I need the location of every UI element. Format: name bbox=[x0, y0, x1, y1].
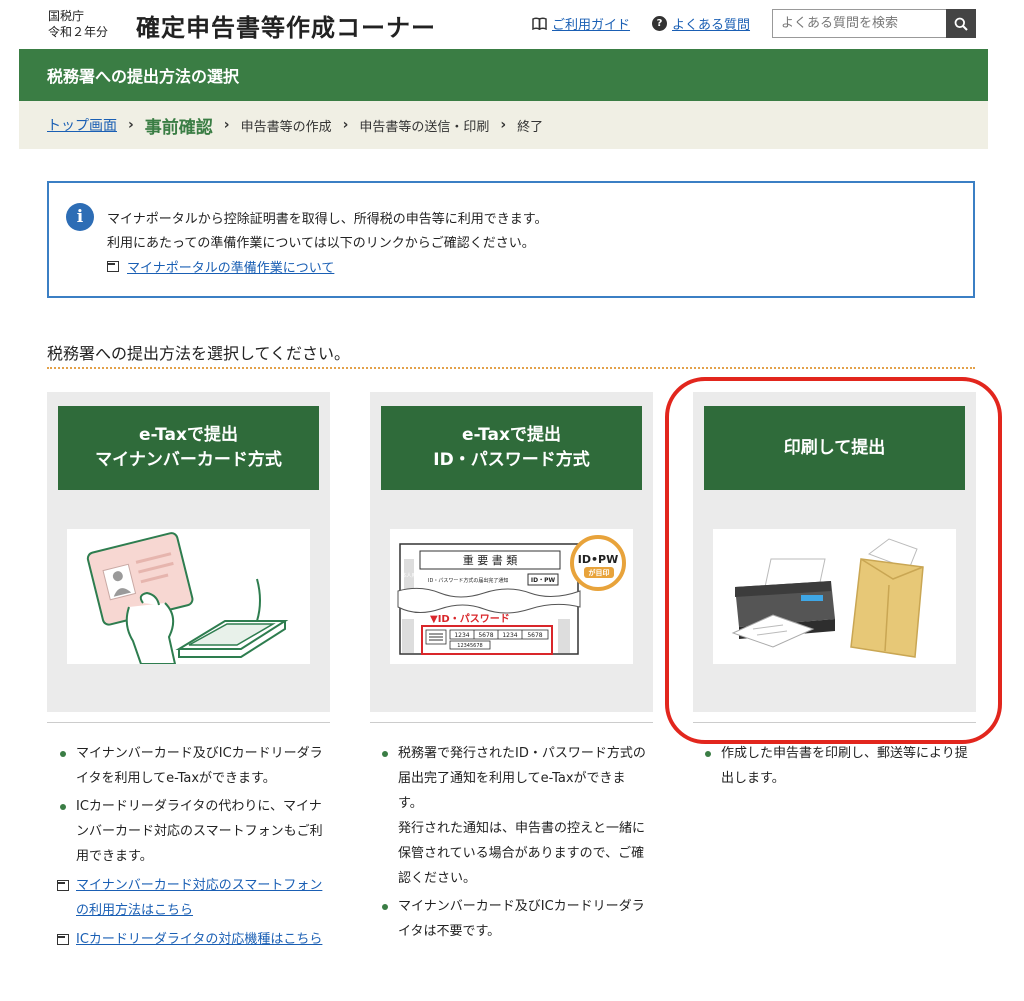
info-icon: i bbox=[66, 203, 94, 231]
reader-models-link[interactable]: ICカードリーダライタの対応機種はこちら bbox=[57, 927, 327, 952]
list-item: 作成した申告書を印刷し、郵送等により提出します。 bbox=[702, 741, 972, 791]
card-title-line1: e-Taxで提出 bbox=[462, 425, 561, 445]
mynaportal-prep-link[interactable]: マイナポータルの準備作業について bbox=[107, 257, 334, 276]
info-text-1: マイナポータルから控除証明書を取得し、所得税の申告等に利用できます。 bbox=[107, 212, 548, 227]
doc-id-pw-text: ID・PW bbox=[531, 577, 556, 584]
card-print-submit: 印刷して提出 bbox=[693, 392, 976, 712]
search-button[interactable] bbox=[946, 9, 976, 38]
breadcrumb-current: 事前確認 bbox=[144, 117, 213, 138]
smartphone-usage-link[interactable]: マイナンバーカード対応のスマートフォンの利用方法はこちら bbox=[57, 873, 327, 923]
breadcrumb-step-create: 申告書等の作成 bbox=[240, 119, 332, 135]
dotted-divider bbox=[47, 367, 975, 369]
card-divider bbox=[370, 722, 653, 723]
book-icon bbox=[532, 17, 547, 30]
guide-link-label[interactable]: ご利用ガイド bbox=[552, 14, 630, 33]
pw-section-label: ▼ID・パスワード bbox=[430, 613, 510, 625]
card-etax-idpw-description: 税務署で発行されたID・パスワード方式の届出完了通知を利用してe-Taxができま… bbox=[379, 741, 649, 944]
smartphone-usage-link-label[interactable]: マイナンバーカード対応のスマートフォンの利用方法はこちら bbox=[76, 878, 322, 918]
mynaportal-prep-link-label[interactable]: マイナポータルの準備作業について bbox=[127, 257, 334, 276]
search-icon bbox=[954, 17, 968, 31]
breadcrumb: トップ画面 › 事前確認 › 申告書等の作成 › 申告書等の送信・印刷 › 終了 bbox=[19, 101, 988, 149]
breadcrumb-top[interactable]: トップ画面 bbox=[47, 115, 117, 135]
info-box: i マイナポータルから控除証明書を取得し、所得税の申告等に利用できます。 利用に… bbox=[47, 181, 975, 298]
card-divider bbox=[693, 722, 976, 723]
info-text-2: 利用にあたっての準備作業については以下のリンクからご確認ください。 bbox=[107, 236, 535, 251]
pw-num-2: 5678 bbox=[478, 632, 493, 639]
list-item-text: 発行された通知は、申告書の控えと一緒に保管されている場合がありますので、ご確認く… bbox=[398, 821, 646, 886]
card-title-line1: 印刷して提出 bbox=[783, 437, 886, 458]
chevron-right-icon: › bbox=[128, 117, 134, 133]
agency-label: 国税庁 令和２年分 bbox=[48, 8, 108, 40]
doc-title-text: 重 要 書 類 bbox=[463, 553, 518, 567]
pw-num-3: 1234 bbox=[502, 632, 517, 639]
card-reader-illustration bbox=[86, 532, 289, 664]
print-submit-button[interactable]: 印刷して提出 bbox=[704, 406, 965, 490]
id-pw-badge-text: ID•PW bbox=[578, 553, 618, 566]
etax-mynumber-button[interactable]: e-Taxで提出 マイナンバーカード方式 bbox=[58, 406, 319, 490]
list-item: ICカードリーダライタの代わりに、マイナンバーカード対応のスマートフォンもご利用… bbox=[57, 794, 327, 869]
reader-models-link-label[interactable]: ICカードリーダライタの対応機種はこちら bbox=[76, 932, 322, 947]
question-icon: ? bbox=[652, 16, 667, 31]
printer-envelope-illustration bbox=[731, 538, 924, 658]
faq-search bbox=[772, 9, 976, 38]
search-input[interactable] bbox=[772, 9, 946, 38]
page-heading-bar: 税務署への提出方法の選択 bbox=[19, 49, 988, 101]
card-etax-mynumber: e-Taxで提出 マイナンバーカード方式 bbox=[47, 392, 330, 712]
page-heading: 税務署への提出方法の選択 bbox=[47, 67, 240, 86]
doc-side-label: 本人用 bbox=[401, 572, 416, 579]
faq-link[interactable]: ? よくある質問 bbox=[652, 14, 750, 33]
breadcrumb-step-send: 申告書等の送信・印刷 bbox=[359, 119, 490, 135]
pw-num-4: 5678 bbox=[527, 632, 542, 639]
idpw-notice-illustration: 重 要 書 類 ID・パスワード方式の届出完了通知 ID・PW 本人用 ▼ID・… bbox=[390, 529, 633, 664]
chevron-right-icon: › bbox=[223, 117, 230, 133]
window-icon bbox=[57, 880, 69, 891]
card-title-line1: e-Taxで提出 bbox=[139, 425, 238, 445]
chevron-right-icon: › bbox=[500, 117, 507, 133]
breadcrumb-step-end: 終了 bbox=[517, 119, 544, 135]
pw-num-5: 12345678 bbox=[457, 643, 482, 649]
etax-idpw-button[interactable]: e-Taxで提出 ID・パスワード方式 bbox=[381, 406, 642, 490]
window-icon bbox=[107, 261, 119, 272]
id-pw-badge-sub: が目印 bbox=[589, 568, 610, 577]
list-item: 税務署で発行されたID・パスワード方式の届出完了通知を利用してe-Taxができま… bbox=[379, 741, 649, 891]
pw-num-1: 1234 bbox=[454, 632, 469, 639]
app-title: 確定申告書等作成コーナー bbox=[136, 14, 436, 42]
printer-illustration bbox=[713, 529, 956, 664]
card-print-submit-description: 作成した申告書を印刷し、郵送等により提出します。 bbox=[702, 741, 972, 791]
window-icon bbox=[57, 934, 69, 945]
card-etax-idpw: e-Taxで提出 ID・パスワード方式 重 要 書 類 ID・パスワード方式の届… bbox=[370, 392, 653, 712]
doc-sub-text: ID・パスワード方式の届出完了通知 bbox=[428, 577, 508, 584]
card-title-line2: マイナンバーカード方式 bbox=[95, 450, 282, 470]
guide-link[interactable]: ご利用ガイド bbox=[532, 14, 630, 33]
faq-link-label[interactable]: よくある質問 bbox=[672, 14, 750, 33]
card-title-line2: ID・パスワード方式 bbox=[433, 450, 590, 470]
card-etax-mynumber-description: マイナンバーカード及びICカードリーダライタを利用してe-Taxができます。 I… bbox=[57, 741, 327, 952]
list-item: マイナンバーカード及びICカードリーダライタを利用してe-Taxができます。 bbox=[57, 741, 327, 791]
mynumber-card-illustration bbox=[67, 529, 310, 664]
id-password-notice-illustration: 重 要 書 類 ID・パスワード方式の届出完了通知 ID・PW 本人用 ▼ID・… bbox=[397, 535, 626, 655]
card-divider bbox=[47, 722, 330, 723]
agency-name: 国税庁 bbox=[48, 9, 85, 23]
chevron-right-icon: › bbox=[342, 117, 349, 133]
tax-year: 令和２年分 bbox=[48, 25, 109, 39]
list-item: マイナンバーカード及びICカードリーダライタは不要です。 bbox=[379, 894, 649, 944]
list-item-text: 税務署で発行されたID・パスワード方式の届出完了通知を利用してe-Taxができま… bbox=[398, 746, 646, 811]
section-heading: 税務署への提出方法を選択してください。 bbox=[47, 344, 351, 363]
